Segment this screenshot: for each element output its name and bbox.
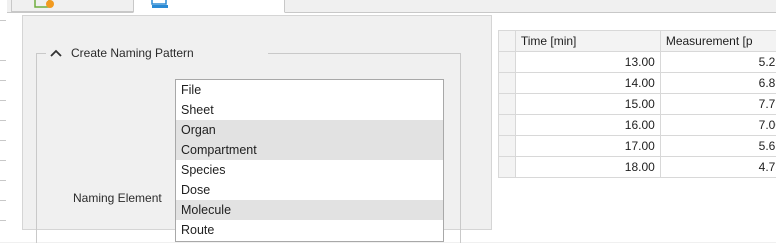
column-header-measurement[interactable]: Measurement [p	[660, 31, 776, 52]
group-frame-top-left	[36, 53, 46, 54]
naming-element-list[interactable]: File Sheet Organ Compartment Species Dos…	[175, 79, 444, 242]
table-cell[interactable]: 18.00	[515, 157, 660, 178]
table-cell[interactable]: 16.00	[515, 115, 660, 136]
data-grid: Time [min] Measurement [p 13.00 5.28 14.…	[498, 30, 776, 242]
table-row[interactable]: 13.00 5.28	[499, 52, 776, 73]
table-row[interactable]: 15.00 7.79	[499, 94, 776, 115]
table-cell[interactable]: 13.00	[515, 52, 660, 73]
table-cell[interactable]: 4.75	[660, 157, 776, 178]
row-indicator[interactable]	[499, 73, 516, 94]
list-item[interactable]: Species	[176, 160, 443, 180]
table-row[interactable]: 16.00 7.00	[499, 115, 776, 136]
table-row[interactable]: 17.00 5.69	[499, 136, 776, 157]
row-indicator[interactable]	[499, 115, 516, 136]
tab-bar	[7, 0, 776, 13]
list-item-selected[interactable]: Molecule	[176, 200, 443, 220]
row-indicator[interactable]	[499, 136, 516, 157]
strip-divider	[0, 20, 6, 21]
group-frame-right	[460, 53, 461, 243]
strip-divider	[0, 80, 6, 81]
list-item-selected[interactable]: Organ	[176, 120, 443, 140]
group-frame-top-right	[268, 53, 460, 54]
table-cell[interactable]: 7.79	[660, 94, 776, 115]
tab-chart-view[interactable]	[11, 0, 134, 12]
chevron-up-icon[interactable]	[50, 48, 62, 58]
table-cell[interactable]: 15.00	[515, 94, 660, 115]
strip-divider	[0, 100, 6, 101]
row-indicator[interactable]	[499, 52, 516, 73]
table-cell[interactable]: 17.00	[515, 136, 660, 157]
naming-pattern-group-header[interactable]: Create Naming Pattern	[50, 45, 194, 61]
table-cell[interactable]: 5.28	[660, 52, 776, 73]
table-cell[interactable]: 5.69	[660, 136, 776, 157]
strip-divider	[0, 60, 6, 61]
row-indicator[interactable]	[499, 157, 516, 178]
strip-divider	[0, 180, 6, 181]
list-item[interactable]: Route	[176, 220, 443, 240]
row-indicator[interactable]	[499, 94, 516, 115]
table-row[interactable]: 14.00 6.89	[499, 73, 776, 94]
column-header-time[interactable]: Time [min]	[515, 31, 660, 52]
row-indicator-header	[499, 31, 516, 52]
chart-table-icon	[34, 0, 56, 10]
table-cell[interactable]: 14.00	[515, 73, 660, 94]
strip-divider	[0, 120, 6, 121]
strip-divider	[0, 200, 6, 201]
table-icon	[151, 0, 171, 10]
group-frame-left	[36, 53, 37, 243]
group-title: Create Naming Pattern	[71, 46, 194, 60]
list-item[interactable]: File	[176, 80, 443, 100]
strip-divider	[0, 160, 6, 161]
table-cell[interactable]: 6.89	[660, 73, 776, 94]
tab-data-view[interactable]	[133, 0, 285, 13]
list-item[interactable]: Sheet	[176, 100, 443, 120]
strip-divider	[0, 220, 6, 221]
list-item-selected[interactable]: Compartment	[176, 140, 443, 160]
grid-header-row: Time [min] Measurement [p	[499, 31, 776, 52]
naming-element-label: Naming Element	[73, 191, 162, 205]
strip-divider	[0, 140, 6, 141]
list-item[interactable]: Dose	[176, 180, 443, 200]
table-row[interactable]: 18.00 4.75	[499, 157, 776, 178]
table-cell[interactable]: 7.00	[660, 115, 776, 136]
